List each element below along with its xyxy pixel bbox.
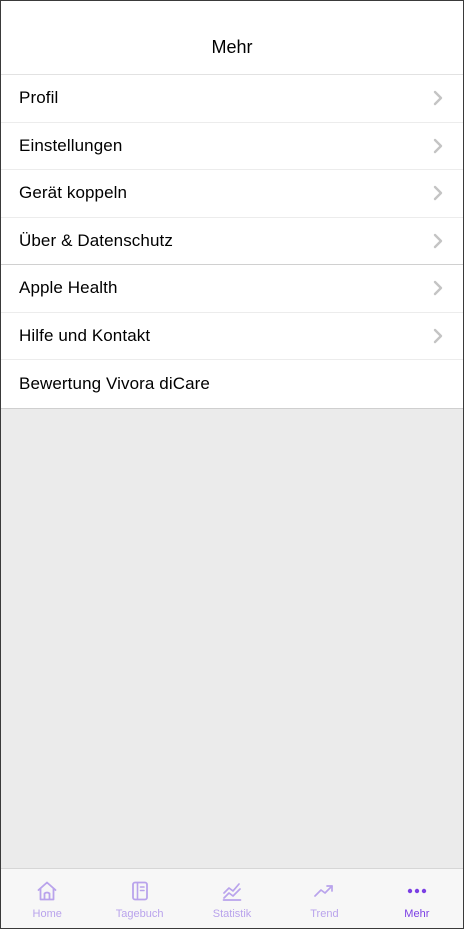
tab-mehr[interactable]: Mehr bbox=[371, 869, 463, 928]
menu-item-label: Über & Datenschutz bbox=[19, 230, 173, 250]
trend-icon bbox=[311, 878, 337, 904]
menu-item-label: Hilfe und Kontakt bbox=[19, 325, 151, 345]
chevron-right-icon bbox=[433, 233, 443, 249]
menu-item-bewertung[interactable]: Bewertung Vivora diCare bbox=[1, 360, 463, 408]
menu-list: Profil Einstellungen Gerät koppeln Über … bbox=[1, 75, 463, 409]
tab-label: Statistik bbox=[212, 908, 252, 920]
menu-item-hilfe-kontakt[interactable]: Hilfe und Kontakt bbox=[1, 313, 463, 360]
app-screen: Mehr Profil Einstellungen Gerät koppeln … bbox=[0, 0, 464, 929]
chevron-right-icon bbox=[433, 280, 443, 296]
tab-label: Mehr bbox=[404, 908, 430, 920]
navigation-bar: Mehr bbox=[1, 1, 463, 75]
chevron-right-icon bbox=[433, 328, 443, 344]
tab-bar: Home Tagebuch Statistik Trend Mehr bbox=[1, 868, 463, 928]
page-title: Mehr bbox=[211, 37, 253, 57]
chevron-right-icon bbox=[433, 185, 443, 201]
chevron-right-icon bbox=[433, 90, 443, 106]
more-icon bbox=[404, 878, 430, 904]
tab-label: Home bbox=[32, 908, 62, 920]
home-icon bbox=[34, 878, 60, 904]
menu-item-label: Gerät koppeln bbox=[19, 183, 128, 203]
statistics-icon bbox=[219, 878, 245, 904]
menu-item-datenschutz[interactable]: Über & Datenschutz bbox=[1, 218, 463, 265]
tab-statistik[interactable]: Statistik bbox=[186, 869, 278, 928]
tab-label: Trend bbox=[310, 908, 339, 920]
menu-item-profil[interactable]: Profil bbox=[1, 75, 463, 123]
menu-item-label: Apple Health bbox=[19, 278, 118, 298]
diary-icon bbox=[127, 878, 153, 904]
menu-item-einstellungen[interactable]: Einstellungen bbox=[1, 123, 463, 170]
menu-item-label: Profil bbox=[19, 88, 59, 108]
tab-label: Tagebuch bbox=[115, 908, 164, 920]
menu-item-label: Bewertung Vivora diCare bbox=[19, 373, 210, 393]
menu-item-label: Einstellungen bbox=[19, 135, 123, 155]
chevron-right-icon bbox=[433, 138, 443, 154]
menu-item-geraet-koppeln[interactable]: Gerät koppeln bbox=[1, 170, 463, 218]
tab-tagebuch[interactable]: Tagebuch bbox=[93, 869, 185, 928]
menu-item-apple-health[interactable]: Apple Health bbox=[1, 265, 463, 313]
tab-trend[interactable]: Trend bbox=[278, 869, 370, 928]
tab-home[interactable]: Home bbox=[1, 869, 93, 928]
